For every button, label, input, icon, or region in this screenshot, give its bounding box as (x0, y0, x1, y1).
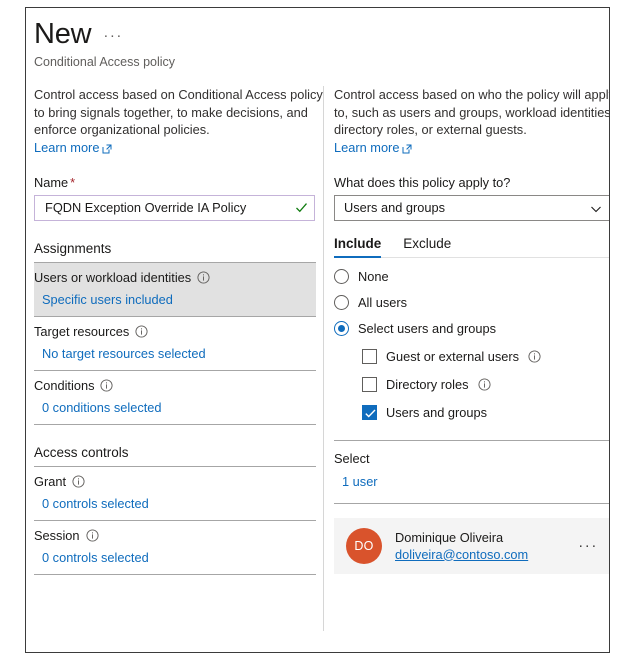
user-more-button[interactable]: ··· (576, 537, 600, 554)
assignment-row-users[interactable]: Users or workload identities Specific us… (34, 262, 316, 316)
conditional-access-policy-panel: New ··· Conditional Access policy Contro… (25, 7, 610, 653)
access-control-row-session[interactable]: Session 0 controls selected (34, 521, 316, 574)
assignment-label-users: Users or workload identities (34, 269, 192, 285)
include-exclude-tabs: Include Exclude (334, 236, 609, 258)
checkbox-label-guest-or-external-users: Guest or external users (386, 348, 520, 364)
avatar: DO (346, 527, 382, 564)
access-control-row-grant[interactable]: Grant 0 controls selected (34, 467, 316, 520)
external-link-icon (402, 142, 412, 154)
info-icon[interactable] (85, 528, 99, 542)
learn-more-link-left[interactable]: Learn more (34, 140, 112, 155)
checkbox-icon-users-and-groups[interactable] (362, 404, 377, 420)
name-input[interactable] (43, 199, 295, 216)
radio-option-none[interactable]: None (334, 268, 609, 284)
radio-option-all-users[interactable]: All users (334, 294, 609, 310)
learn-more-label-left: Learn more (34, 139, 100, 155)
assignment-value-conditions[interactable]: 0 conditions selected (42, 400, 316, 415)
radio-option-select-users-and-groups[interactable]: Select users and groups (334, 320, 609, 336)
name-input-wrapper[interactable] (34, 194, 315, 221)
checkbox-icon-directory-roles[interactable] (362, 376, 377, 392)
tab-include[interactable]: Include (334, 236, 382, 258)
divider (34, 423, 316, 425)
chevron-down-icon (590, 202, 602, 214)
select-label: Select (334, 450, 370, 466)
selected-user-card[interactable]: DO Dominique Oliveira doliveira@contoso.… (334, 517, 609, 574)
radio-icon-all-users[interactable] (334, 294, 349, 310)
two-column-body: Control access based on Conditional Acce… (26, 86, 609, 652)
radio-label-all-users: All users (358, 294, 408, 310)
apply-to-selected-value: Users and groups (344, 200, 446, 215)
learn-more-link-right[interactable]: Learn more (334, 140, 412, 155)
column-divider (323, 86, 324, 631)
assignment-label-conditions: Conditions (34, 377, 95, 393)
page-title: New (34, 18, 92, 50)
divider (334, 502, 609, 504)
checkbox-row-users-and-groups[interactable]: Users and groups (362, 404, 609, 420)
info-icon[interactable] (528, 349, 541, 363)
info-icon[interactable] (135, 324, 148, 338)
assignment-row-target-resources[interactable]: Target resources No target resources sel… (34, 317, 316, 370)
tab-exclude[interactable]: Exclude (403, 236, 451, 257)
header-more-button[interactable]: ··· (103, 27, 123, 50)
assignment-value-target-resources[interactable]: No target resources selected (42, 346, 316, 361)
radio-icon-select-users-and-groups[interactable] (334, 320, 349, 336)
apply-to-select[interactable]: Users and groups (334, 194, 609, 221)
access-control-label-grant: Grant (34, 473, 67, 489)
info-icon[interactable] (197, 270, 210, 284)
user-name: Dominique Oliveira (395, 529, 504, 545)
checkbox-row-directory-roles[interactable]: Directory roles (362, 376, 609, 392)
assignment-value-users[interactable]: Specific users included (42, 292, 316, 307)
access-control-value-grant[interactable]: 0 controls selected (42, 496, 316, 511)
page-subtitle: Conditional Access policy (34, 55, 176, 69)
access-control-value-session[interactable]: 0 controls selected (42, 550, 316, 565)
external-link-icon (102, 142, 112, 154)
policy-column: Control access based on Conditional Acce… (34, 86, 324, 575)
apply-to-label: What does this policy apply to? (334, 174, 511, 190)
name-label-text: Name (34, 174, 69, 190)
assignment-row-conditions[interactable]: Conditions 0 conditions selected (34, 371, 316, 424)
radio-icon-none[interactable] (334, 268, 349, 284)
learn-more-label-right: Learn more (334, 139, 400, 155)
policy-description: Control access based on Conditional Acce… (34, 87, 323, 137)
checkbox-row-guest-or-external-users[interactable]: Guest or external users (362, 348, 609, 364)
checkbox-label-directory-roles: Directory roles (386, 376, 469, 392)
assignment-label-target-resources: Target resources (34, 323, 130, 339)
info-icon[interactable] (72, 474, 85, 488)
radio-label-none: None (358, 268, 389, 284)
user-info: Dominique Oliveira doliveira@contoso.com (395, 530, 576, 562)
radio-label-select-users-and-groups: Select users and groups (358, 320, 497, 336)
users-description: Control access based on who the policy w… (334, 87, 610, 137)
valid-check-icon (295, 201, 308, 214)
info-icon[interactable] (477, 377, 491, 391)
divider (34, 573, 316, 575)
info-icon[interactable] (100, 378, 114, 392)
access-control-label-session: Session (34, 527, 80, 543)
divider (334, 439, 609, 441)
user-email[interactable]: doliveira@contoso.com (395, 547, 576, 562)
name-field-label: Name * (34, 175, 324, 190)
assignments-title: Assignments (34, 240, 112, 256)
panel-header: New ··· Conditional Access policy (34, 18, 175, 69)
checkbox-label-users-and-groups: Users and groups (386, 404, 488, 420)
select-value-link[interactable]: 1 user (342, 474, 609, 489)
checkbox-icon-guest-or-external-users[interactable] (362, 348, 377, 364)
required-marker: * (70, 174, 76, 190)
users-column: Control access based on who the policy w… (334, 86, 610, 574)
access-controls-title: Access controls (34, 444, 129, 460)
